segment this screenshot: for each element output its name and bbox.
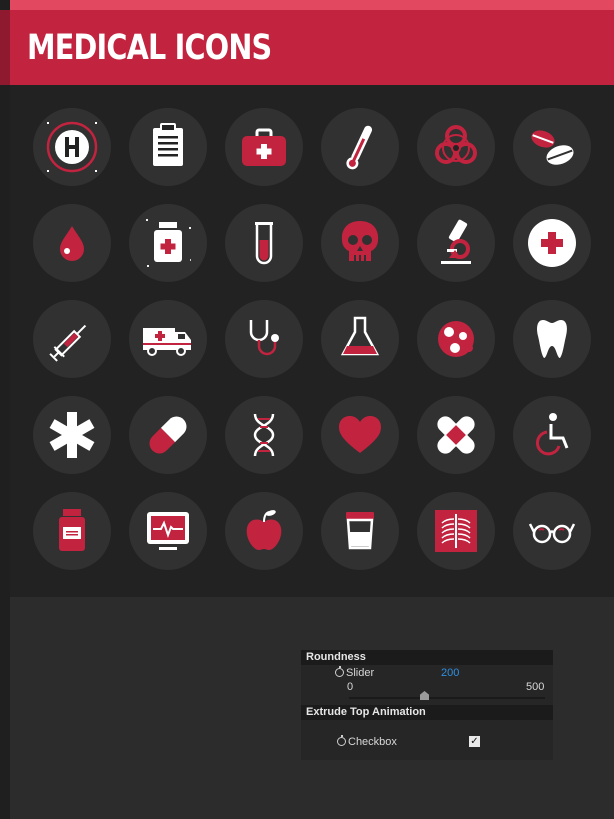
wheelchair-icon[interactable] [513, 396, 591, 474]
effect-controls-panel: Roundness Slider 200 0 500 Extrude Top A… [301, 650, 553, 760]
slider-track[interactable] [349, 697, 545, 699]
pills-icon[interactable] [513, 108, 591, 186]
first-aid-kit-icon[interactable] [225, 108, 303, 186]
header-banner: MEDICAL ICONS [10, 10, 614, 85]
virus-cells-icon[interactable] [417, 300, 495, 378]
roundness-section-header[interactable]: Roundness [301, 650, 553, 665]
slider-label: Slider [346, 667, 375, 679]
xray-icon[interactable] [417, 492, 495, 570]
slider-max: 500 [526, 681, 545, 693]
dna-icon[interactable] [225, 396, 303, 474]
star-of-life-icon[interactable] [33, 396, 111, 474]
heart-icon[interactable] [321, 396, 399, 474]
checkbox-label: Checkbox [348, 736, 397, 748]
left-edge [0, 0, 10, 819]
slider-thumb[interactable] [420, 691, 429, 700]
stopwatch-icon[interactable] [337, 735, 346, 746]
test-tube-icon[interactable] [225, 204, 303, 282]
extrude-section-header[interactable]: Extrude Top Animation [301, 705, 553, 720]
slider-min: 0 [347, 681, 354, 693]
medicine-bottle-icon[interactable] [129, 204, 207, 282]
slider-value[interactable]: 200 [441, 667, 459, 679]
apple-icon[interactable] [225, 492, 303, 570]
red-cross-icon[interactable] [513, 204, 591, 282]
skull-icon[interactable] [321, 204, 399, 282]
page-title: MEDICAL ICONS [27, 28, 272, 68]
stopwatch-icon[interactable] [335, 666, 344, 677]
stethoscope-icon[interactable] [225, 300, 303, 378]
icon-panel [10, 85, 614, 597]
heart-monitor-icon[interactable] [129, 492, 207, 570]
microscope-icon[interactable] [417, 204, 495, 282]
syringe-icon[interactable] [33, 300, 111, 378]
specimen-cup-icon[interactable] [321, 492, 399, 570]
hospital-sign-icon[interactable] [33, 108, 111, 186]
blood-drop-icon[interactable] [33, 204, 111, 282]
checkbox[interactable]: ✓ [469, 736, 480, 747]
header-top-edge [10, 0, 614, 10]
capsule-icon[interactable] [129, 396, 207, 474]
clipboard-icon[interactable] [129, 108, 207, 186]
thermometer-icon[interactable] [321, 108, 399, 186]
tooth-icon[interactable] [513, 300, 591, 378]
flask-icon[interactable] [321, 300, 399, 378]
bandage-icon[interactable] [417, 396, 495, 474]
glasses-icon[interactable] [513, 492, 591, 570]
header-side [0, 10, 10, 85]
ambulance-icon[interactable] [129, 300, 207, 378]
biohazard-icon[interactable] [417, 108, 495, 186]
prescription-bottle-icon[interactable] [33, 492, 111, 570]
